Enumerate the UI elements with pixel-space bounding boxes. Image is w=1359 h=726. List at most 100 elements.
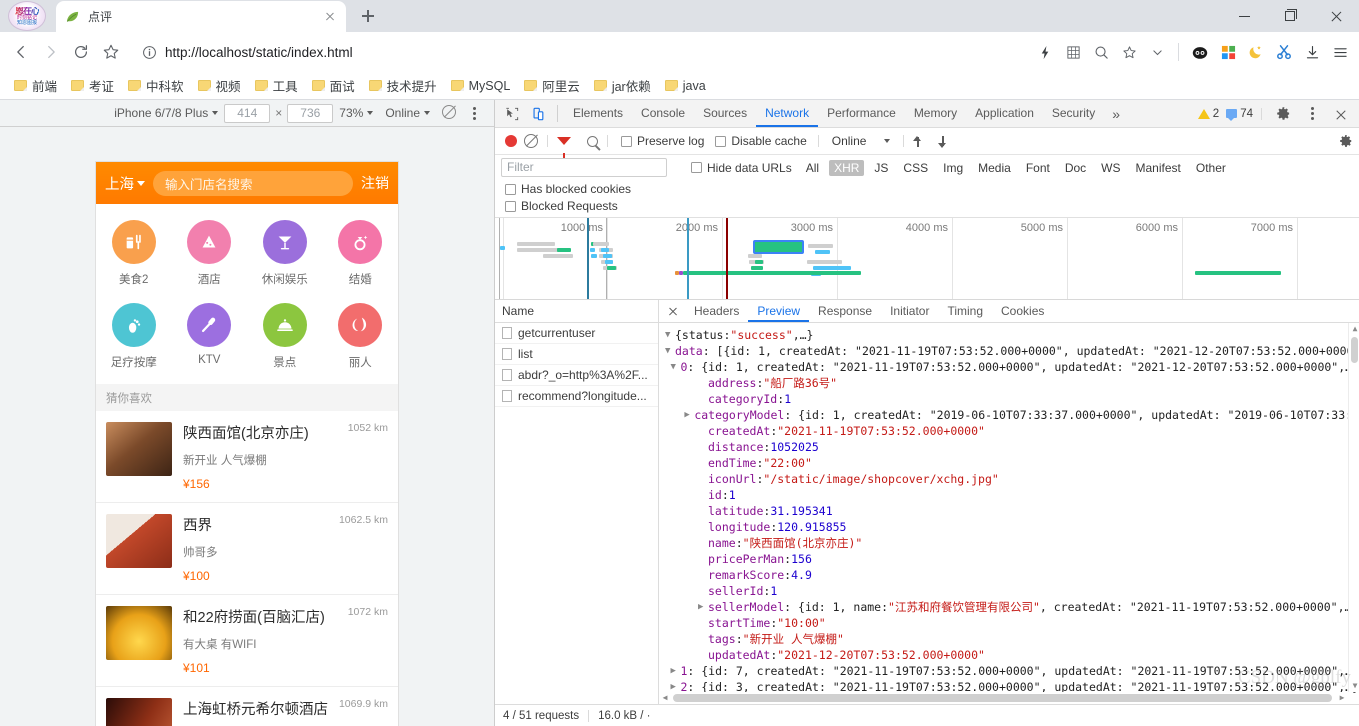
preview-horizontal-scrollbar[interactable]: ◀ ▶ bbox=[659, 692, 1348, 704]
inspect-icon[interactable] bbox=[499, 101, 525, 127]
blocked-requests-checkbox[interactable]: Blocked Requests bbox=[501, 199, 622, 213]
collapse-arrow-icon[interactable]: ▼ bbox=[665, 343, 675, 359]
tab-memory[interactable]: Memory bbox=[905, 100, 966, 127]
chevron-down-icon[interactable] bbox=[1144, 38, 1170, 66]
json-line[interactable]: pricePerMan: 156 bbox=[665, 551, 1359, 567]
device-height-input[interactable]: 736 bbox=[287, 103, 334, 123]
bookmark-item[interactable]: 工具 bbox=[249, 74, 304, 97]
json-line[interactable]: tags: "新开业 人气爆棚" bbox=[665, 631, 1359, 647]
export-har-icon[interactable] bbox=[936, 135, 949, 148]
no-throttling-icon[interactable] bbox=[442, 104, 456, 119]
json-line[interactable]: ▼ {status: "success",…} bbox=[665, 327, 1359, 343]
category-item[interactable]: 景点 bbox=[247, 297, 323, 380]
json-line[interactable]: remarkScore: 4.9 bbox=[665, 567, 1359, 583]
json-line[interactable]: ▶ sellerModel: {id: 1, name: "江苏和府餐饮管理有限公… bbox=[665, 599, 1359, 615]
filter-type-xhr[interactable]: XHR bbox=[829, 159, 865, 176]
json-line[interactable]: address: "船厂路36号" bbox=[665, 375, 1359, 391]
menu-icon[interactable] bbox=[1327, 38, 1353, 66]
json-line[interactable]: ▶ categoryModel: {id: 1, createdAt: "2019… bbox=[665, 407, 1359, 423]
detail-tab-response[interactable]: Response bbox=[809, 300, 881, 322]
close-devtools-icon[interactable] bbox=[1328, 101, 1354, 127]
expand-arrow-icon[interactable]: ▶ bbox=[698, 599, 708, 615]
reload-button[interactable] bbox=[66, 37, 96, 67]
preview-vertical-scrollbar[interactable]: ▲ ▼ bbox=[1348, 323, 1359, 692]
hide-data-urls-checkbox[interactable]: Hide data URLs bbox=[687, 161, 796, 175]
json-line[interactable]: sellerId: 1 bbox=[665, 583, 1359, 599]
request-row[interactable]: recommend?longitude... bbox=[495, 386, 658, 407]
expand-arrow-icon[interactable]: ▶ bbox=[670, 663, 680, 679]
minimize-button[interactable] bbox=[1221, 0, 1267, 32]
request-row[interactable]: getcurrentuser bbox=[495, 323, 658, 344]
panda-extension-icon[interactable] bbox=[1187, 38, 1213, 66]
device-more-options-icon[interactable] bbox=[466, 106, 482, 120]
bookmark-item[interactable]: 视频 bbox=[192, 74, 247, 97]
detail-tab-preview[interactable]: Preview bbox=[748, 300, 810, 322]
more-tabs-button[interactable]: » bbox=[1104, 106, 1128, 122]
scissors-icon[interactable] bbox=[1271, 38, 1297, 66]
flash-icon[interactable] bbox=[1032, 38, 1058, 66]
category-item[interactable]: 美食2 bbox=[96, 214, 172, 297]
category-item[interactable]: 休闲娱乐 bbox=[247, 214, 323, 297]
tab-security[interactable]: Security bbox=[1043, 100, 1104, 127]
filter-type-ws[interactable]: WS bbox=[1096, 160, 1125, 176]
filter-type-css[interactable]: CSS bbox=[898, 160, 933, 176]
logout-button[interactable]: 注销 bbox=[361, 173, 389, 193]
bookmark-item[interactable]: 阿里云 bbox=[518, 74, 586, 97]
close-window-button[interactable] bbox=[1313, 0, 1359, 32]
tab-sources[interactable]: Sources bbox=[694, 100, 756, 127]
grid-icon[interactable] bbox=[1060, 38, 1086, 66]
request-row[interactable]: list bbox=[495, 344, 658, 365]
throttling-select[interactable]: Online bbox=[379, 106, 436, 120]
import-har-icon[interactable] bbox=[911, 135, 924, 148]
bookmark-item[interactable]: MySQL bbox=[445, 77, 517, 95]
filter-type-js[interactable]: JS bbox=[869, 160, 893, 176]
bookmark-item[interactable]: 面试 bbox=[306, 74, 361, 97]
network-settings-icon[interactable] bbox=[1339, 134, 1353, 148]
json-line[interactable]: categoryId: 1 bbox=[665, 391, 1359, 407]
json-line[interactable]: startTime: "10:00" bbox=[665, 615, 1359, 631]
category-item[interactable]: 足疗按摩 bbox=[96, 297, 172, 380]
warning-count-badge[interactable]: 2 bbox=[1197, 108, 1219, 120]
filter-type-img[interactable]: Img bbox=[938, 160, 968, 176]
collapse-arrow-icon[interactable]: ▼ bbox=[665, 327, 675, 343]
preserve-log-checkbox[interactable]: Preserve log bbox=[617, 134, 708, 148]
filter-type-font[interactable]: Font bbox=[1021, 160, 1055, 176]
detail-tab-initiator[interactable]: Initiator bbox=[881, 300, 938, 322]
network-throttling-select[interactable]: Online bbox=[826, 134, 897, 148]
star-icon[interactable] bbox=[1116, 38, 1142, 66]
zoom-select[interactable]: 73% bbox=[333, 106, 379, 120]
bookmark-item[interactable]: jar依赖 bbox=[588, 74, 657, 97]
detail-tab-headers[interactable]: Headers bbox=[685, 300, 748, 322]
close-tab-icon[interactable] bbox=[322, 9, 338, 25]
bookmark-item[interactable]: 考证 bbox=[65, 74, 120, 97]
request-list-header[interactable]: Name bbox=[495, 300, 658, 323]
json-line[interactable]: ▼ 0: {id: 1, createdAt: "2021-11-19T07:53… bbox=[665, 359, 1359, 375]
shop-list-item[interactable]: 上海虹桥元希尔顿酒店 1069.9 km 2019年上海必住酒店 ¥96 bbox=[96, 687, 398, 726]
json-preview[interactable]: ▼ {status: "success",…} ▼ data: [{id: 1, cr… bbox=[659, 323, 1359, 704]
has-blocked-cookies-checkbox[interactable]: Has blocked cookies bbox=[501, 182, 635, 196]
bookmark-star-icon[interactable] bbox=[96, 37, 126, 67]
close-detail-icon[interactable] bbox=[664, 302, 682, 320]
colorblocks-extension-icon[interactable] bbox=[1215, 38, 1241, 66]
bookmark-item[interactable]: 中科软 bbox=[122, 74, 190, 97]
disable-cache-checkbox[interactable]: Disable cache bbox=[711, 134, 810, 148]
address-bar[interactable]: http://localhost/static/index.html bbox=[132, 38, 1026, 66]
devtools-more-icon[interactable] bbox=[1299, 101, 1325, 127]
city-selector[interactable]: 上海 bbox=[105, 173, 145, 194]
json-line[interactable]: name: "陕西面馆(北京亦庄)" bbox=[665, 535, 1359, 551]
network-overview-timeline[interactable]: 1000 ms 2000 ms 3000 ms 4000 ms 5000 ms … bbox=[495, 218, 1359, 300]
clear-icon[interactable] bbox=[524, 134, 538, 148]
download-icon[interactable] bbox=[1299, 38, 1325, 66]
shop-list-item[interactable]: 西界 1062.5 km 帅哥多 ¥100 bbox=[96, 503, 398, 595]
timeline-selection[interactable] bbox=[499, 218, 607, 299]
json-line[interactable]: endTime: "22:00" bbox=[665, 455, 1359, 471]
message-count-badge[interactable]: 74 bbox=[1226, 108, 1253, 121]
filter-type-all[interactable]: All bbox=[801, 160, 824, 176]
back-button[interactable] bbox=[6, 37, 36, 67]
filter-type-manifest[interactable]: Manifest bbox=[1131, 160, 1186, 176]
moon-icon[interactable] bbox=[1243, 38, 1269, 66]
tab-elements[interactable]: Elements bbox=[564, 100, 632, 127]
zoom-out-icon[interactable] bbox=[1088, 38, 1114, 66]
filter-type-other[interactable]: Other bbox=[1191, 160, 1231, 176]
json-line[interactable]: ▶ 1: {id: 7, createdAt: "2021-11-19T07:53… bbox=[665, 663, 1359, 679]
